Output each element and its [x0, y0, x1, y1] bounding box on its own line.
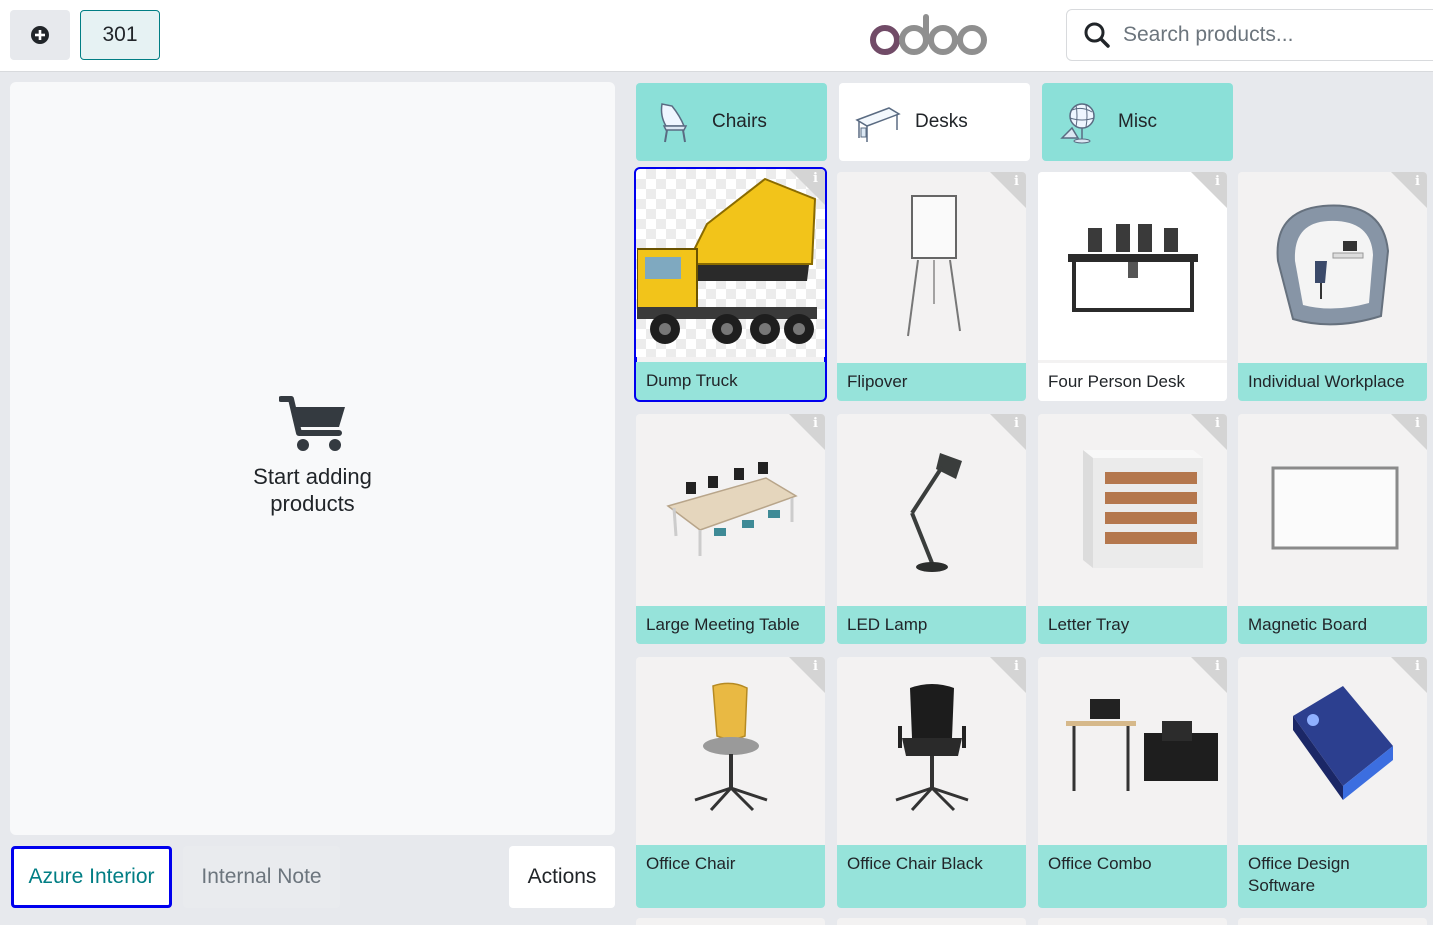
product-card-individual-workplace[interactable]: i Individual Workplace — [1238, 172, 1427, 401]
led-lamp-image — [909, 453, 962, 572]
info-icon: i — [1215, 174, 1220, 189]
category-misc[interactable]: Misc — [1042, 83, 1233, 161]
product-name: Office Chair — [636, 845, 825, 908]
product-card-office-chair-black[interactable]: i Office Chair Black — [837, 657, 1026, 908]
office-chair-black-image — [895, 684, 968, 812]
product-info-corner[interactable] — [1391, 657, 1427, 693]
product-name: Office Chair Black — [837, 845, 1026, 908]
info-icon: i — [1014, 416, 1019, 431]
desk-icon — [855, 107, 901, 142]
product-info-corner[interactable] — [1391, 172, 1427, 208]
product-search-box[interactable] — [1066, 9, 1433, 61]
flipover-image — [906, 195, 961, 337]
product-card-office-combo[interactable]: i Office Combo — [1038, 657, 1227, 908]
chair-icon — [660, 103, 688, 143]
product-card-office-design-software[interactable]: i Office Design Software — [1238, 657, 1427, 908]
plus-circle-icon — [31, 26, 49, 44]
category-label: Chairs — [712, 111, 767, 132]
add-order-button[interactable] — [10, 10, 70, 60]
product-card-dump-truck[interactable]: i Dump Truck — [634, 167, 827, 402]
product-info-corner[interactable] — [1191, 657, 1227, 693]
product-name: Large Meeting Table — [636, 606, 825, 644]
product-card-partial — [636, 918, 825, 925]
top-bar: 301 — [0, 0, 1433, 72]
product-name: LED Lamp — [837, 606, 1026, 644]
product-info-corner[interactable] — [990, 657, 1026, 693]
cart-icon — [278, 396, 345, 451]
product-card-partial — [1238, 918, 1427, 925]
product-card-flipover[interactable]: i Flipover — [837, 172, 1026, 401]
product-name: Letter Tray — [1038, 606, 1227, 644]
category-label: Misc — [1118, 111, 1158, 132]
product-info-corner[interactable] — [1191, 414, 1227, 450]
info-icon: i — [813, 416, 818, 431]
search-icon — [1084, 22, 1110, 48]
product-info-corner[interactable] — [1391, 414, 1427, 450]
office-design-software-image — [1292, 686, 1393, 800]
product-card-partial — [1038, 918, 1227, 925]
large-meeting-table-image — [665, 462, 798, 556]
info-icon: i — [1415, 174, 1420, 189]
info-icon: i — [1215, 416, 1220, 431]
product-card-office-chair[interactable]: i Office Chair — [636, 657, 825, 908]
info-icon: i — [1415, 659, 1420, 674]
product-name: Office Design Software — [1238, 845, 1427, 908]
misc-icon — [1060, 103, 1095, 144]
odoo-logo — [870, 14, 987, 55]
table-number-button[interactable]: 301 — [80, 10, 160, 60]
product-card-letter-tray[interactable]: i Letter Tray — [1038, 414, 1227, 644]
product-name: Four Person Desk — [1038, 363, 1227, 401]
info-icon: i — [1014, 174, 1019, 189]
category-chairs[interactable]: Chairs — [636, 83, 827, 161]
product-card-led-lamp[interactable]: i LED Lamp — [837, 414, 1026, 644]
product-name: Dump Truck — [636, 362, 825, 400]
product-info-corner[interactable] — [1191, 172, 1227, 208]
product-card-magnetic-board[interactable]: i Magnetic Board — [1238, 414, 1427, 644]
product-name: Individual Workplace — [1238, 363, 1427, 401]
category-label: Desks — [915, 111, 968, 132]
office-combo-image — [1065, 699, 1218, 791]
info-icon: i — [1215, 659, 1220, 674]
product-info-corner[interactable] — [789, 414, 825, 450]
product-card-four-person-desk[interactable]: i Four Person Desk — [1038, 172, 1227, 401]
product-info-corner[interactable] — [990, 172, 1026, 208]
product-card-large-meeting-table[interactable]: i Large Meeting Table — [636, 414, 825, 644]
internal-note-button[interactable]: Internal Note — [183, 846, 340, 908]
empty-order-message: Start adding products — [253, 464, 372, 516]
product-name: Magnetic Board — [1238, 606, 1427, 644]
product-name: Office Combo — [1038, 845, 1227, 908]
info-icon: i — [1014, 659, 1019, 674]
search-input[interactable] — [1123, 23, 1423, 47]
category-desks[interactable]: Desks — [839, 83, 1030, 161]
info-icon: i — [813, 659, 818, 674]
magnetic-board-image — [1271, 466, 1398, 550]
empty-order-state: Start adding products — [10, 395, 615, 517]
product-info-corner[interactable] — [990, 414, 1026, 450]
four-person-desk-image — [1067, 224, 1198, 312]
product-card-partial — [837, 918, 1026, 925]
order-panel: Start adding products — [10, 82, 615, 835]
actions-button[interactable]: Actions — [509, 846, 615, 908]
info-icon: i — [813, 171, 818, 186]
product-info-corner[interactable] — [789, 169, 825, 205]
product-info-corner[interactable] — [789, 657, 825, 693]
letter-tray-image — [1082, 450, 1203, 568]
product-name: Flipover — [837, 363, 1026, 401]
office-chair-image — [694, 682, 767, 812]
customer-button[interactable]: Azure Interior — [11, 846, 172, 908]
individual-workplace-image — [1276, 204, 1389, 326]
info-icon: i — [1415, 416, 1420, 431]
